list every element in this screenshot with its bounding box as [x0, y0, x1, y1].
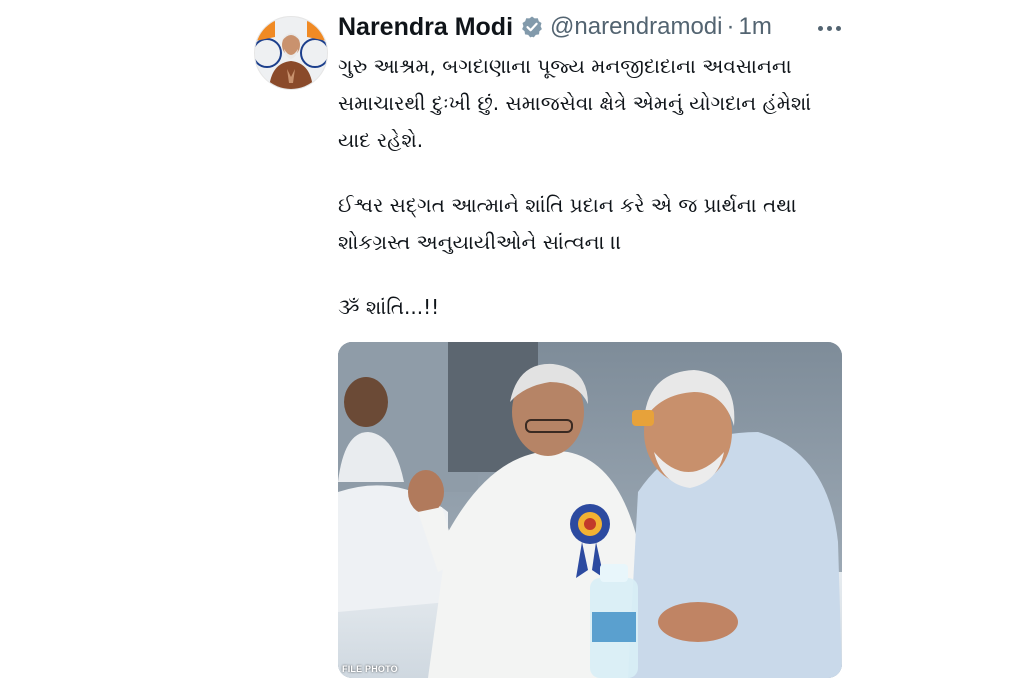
separator-dot: · — [726, 13, 735, 40]
tweet-text: ગુરુ આશ્રમ, બગદાણાના પૂજ્ય મનજીદાદાના અવ… — [338, 48, 838, 354]
photo-image — [338, 342, 842, 678]
tweet-paragraph: ૐ શાંતિ...!! — [338, 295, 440, 319]
file-photo-label: FILE PHOTO — [342, 664, 398, 674]
author-avatar[interactable] — [254, 16, 328, 90]
avatar-image — [255, 17, 327, 89]
tweet-timestamp[interactable]: 1m — [738, 13, 771, 41]
author-handle[interactable]: @narendramodi — [550, 13, 722, 41]
verified-badge-icon[interactable] — [520, 15, 544, 39]
author-name[interactable]: Narendra Modi — [338, 13, 513, 42]
tweet-header: Narendra Modi @narendramodi · 1m — [338, 12, 772, 42]
tweet-paragraph: ગુરુ આશ્રમ, બગદાણાના પૂજ્ય મનજીદાદાના અવ… — [338, 54, 812, 152]
more-options-icon[interactable] — [814, 16, 844, 40]
tweet-photo[interactable]: FILE PHOTO — [338, 342, 842, 678]
tweet[interactable]: Narendra Modi @narendramodi · 1m ગુરુ આશ… — [254, 12, 854, 682]
tweet-paragraph: ઈશ્વર સદ્ગત આત્માને શાંતિ પ્રદાન કરે એ જ… — [338, 193, 797, 254]
